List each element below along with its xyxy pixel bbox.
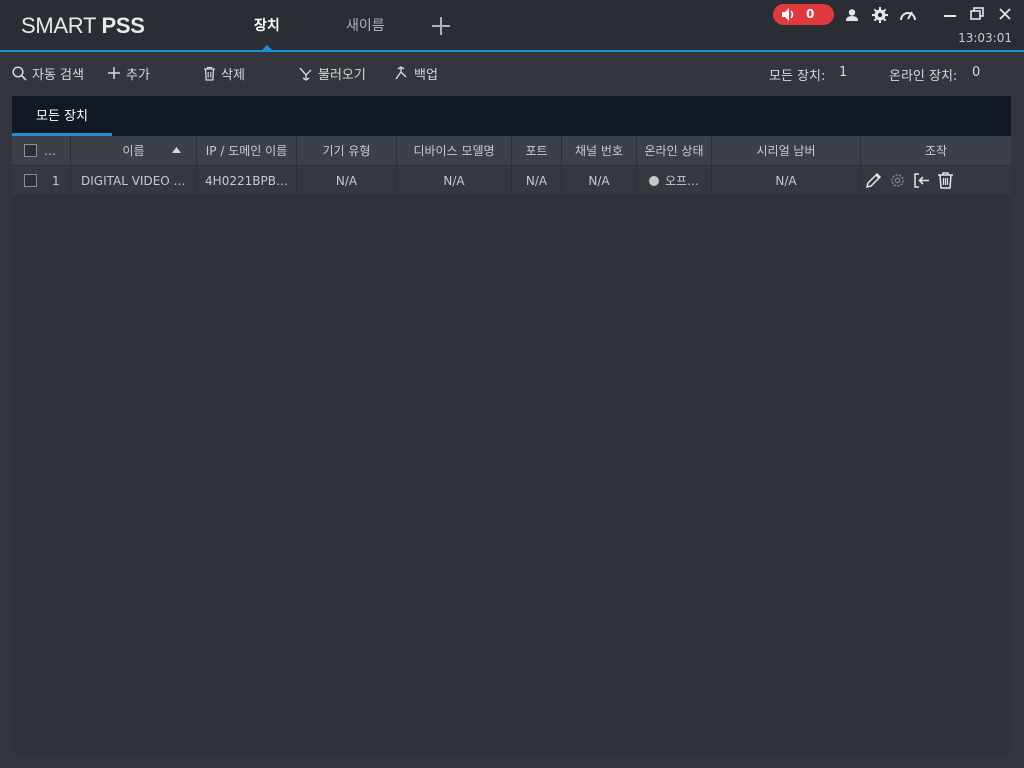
clock: 13:03:01 <box>958 31 1012 45</box>
table-row[interactable]: 1 DIGITAL VIDEO … 4H0221BPB… N/A N/A N/A… <box>12 166 1011 196</box>
row-ip: 4H0221BPB… <box>197 166 297 196</box>
tab-all-devices[interactable]: 모든 장치 <box>12 96 112 136</box>
app-logo: SMART PSS <box>21 13 145 38</box>
row-port: N/A <box>512 166 562 196</box>
active-tab-indicator <box>262 45 272 50</box>
panel-tab-bar: 모든 장치 <box>12 96 1011 136</box>
delete-label: 삭제 <box>221 67 245 83</box>
row-serial: N/A <box>712 166 861 196</box>
backup-icon <box>395 65 407 79</box>
add-label: 추가 <box>126 67 150 83</box>
edit-pencil-icon[interactable] <box>864 171 883 190</box>
auto-search-label: 자동 검색 <box>32 67 84 83</box>
header-name[interactable]: 이름 <box>71 136 197 166</box>
table-header: … 이름 IP / 도메인 이름 기기 유형 디바이스 모델명 포트 채널 번호… <box>12 136 1011 166</box>
import-icon <box>299 67 312 81</box>
user-icon[interactable] <box>845 8 859 22</box>
logout-icon[interactable] <box>912 171 931 190</box>
delete-trash-icon[interactable] <box>936 171 955 190</box>
close-icon[interactable] <box>998 7 1012 21</box>
row-select: 1 <box>12 166 71 196</box>
row-checkbox[interactable] <box>24 174 37 187</box>
row-actions <box>864 171 955 190</box>
offline-status-dot <box>648 176 659 186</box>
row-type: N/A <box>297 166 397 196</box>
header-status[interactable]: 온라인 상태 <box>637 136 712 166</box>
alarm-button[interactable]: 0 <box>773 4 834 25</box>
tab-devices[interactable]: 장치 <box>254 15 280 35</box>
title-bar: SMART PSS 장치 새이름 0 13:03:01 <box>0 0 1024 52</box>
header-type[interactable]: 기기 유형 <box>297 136 397 166</box>
online-devices-label: 온라인 장치: <box>889 69 958 84</box>
header-ops: 조작 <box>924 144 948 158</box>
restore-icon[interactable] <box>970 7 984 21</box>
header-channel[interactable]: 채널 번호 <box>562 136 637 166</box>
select-all-checkbox[interactable] <box>24 144 37 157</box>
trash-icon <box>204 66 215 81</box>
add-button[interactable]: 추가 <box>107 64 150 83</box>
row-model: N/A <box>397 166 512 196</box>
plus-icon <box>108 67 120 79</box>
settings-gear-icon[interactable] <box>872 7 888 23</box>
delete-button[interactable]: 삭제 <box>203 64 245 83</box>
header-more[interactable]: … <box>44 136 56 166</box>
header-name-label: 이름 <box>122 144 145 158</box>
header-ip[interactable]: IP / 도메인 이름 <box>197 136 297 166</box>
speaker-icon <box>782 8 794 21</box>
device-panel: 모든 장치 … 이름 IP / 도메인 이름 기기 유형 디바이스 모델명 포트… <box>12 96 1011 756</box>
search-icon <box>12 65 27 81</box>
all-devices-count: 1 <box>839 65 848 80</box>
header-select: … <box>12 136 71 166</box>
row-channel: N/A <box>562 166 637 196</box>
row-name: DIGITAL VIDEO … <box>71 166 197 196</box>
online-devices-count: 0 <box>972 65 981 80</box>
minimize-icon[interactable] <box>943 8 957 22</box>
add-tab-button[interactable] <box>431 16 451 36</box>
device-table: … 이름 IP / 도메인 이름 기기 유형 디바이스 모델명 포트 채널 번호… <box>12 136 1011 196</box>
row-status: 오프… <box>637 166 712 196</box>
backup-label: 백업 <box>414 67 438 83</box>
row-index: 1 <box>52 174 60 188</box>
performance-gauge-icon[interactable] <box>899 7 917 23</box>
auto-search-button[interactable]: 자동 검색 <box>12 64 84 83</box>
header-model[interactable]: 디바이스 모델명 <box>397 136 512 166</box>
sort-ascending-icon <box>172 147 181 153</box>
import-button[interactable]: 불러오기 <box>298 64 366 83</box>
header-serial[interactable]: 시리얼 남버 <box>712 136 861 166</box>
backup-button[interactable]: 백업 <box>394 64 438 83</box>
row-status-label: 오프… <box>664 174 700 188</box>
header-port[interactable]: 포트 <box>512 136 562 166</box>
alarm-count: 0 <box>806 7 815 21</box>
import-label: 불러오기 <box>318 67 366 83</box>
all-devices-label: 모든 장치: <box>769 69 826 84</box>
tab-new-name[interactable]: 새이름 <box>346 15 385 35</box>
device-config-gear-icon[interactable] <box>888 171 907 190</box>
